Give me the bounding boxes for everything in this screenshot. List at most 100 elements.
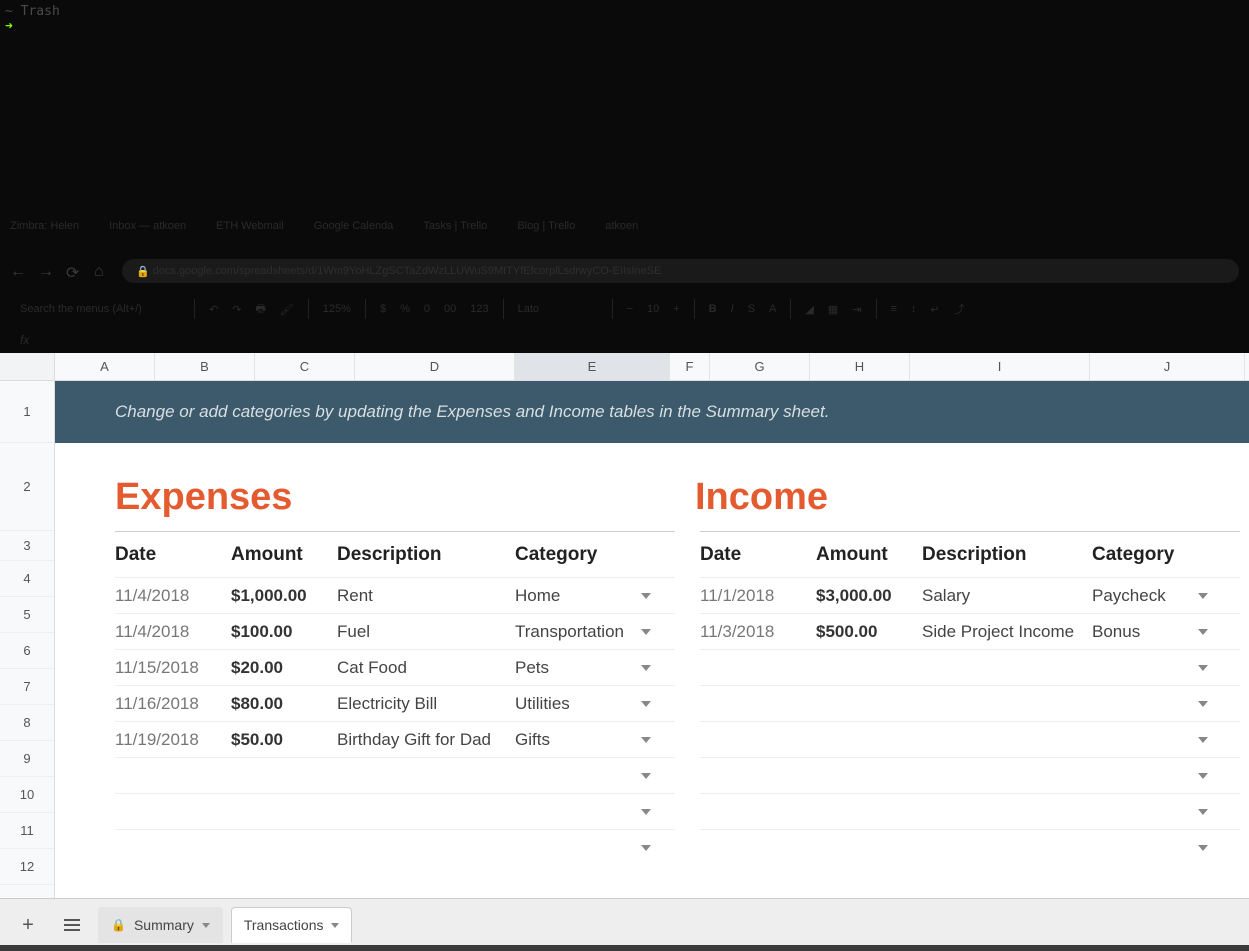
cell-description[interactable]: Electricity Bill [337, 694, 515, 714]
cell-date[interactable]: 11/4/2018 [115, 586, 231, 606]
strike-icon[interactable]: S [748, 303, 755, 315]
rotate-icon[interactable]: ⤴ [954, 301, 965, 317]
table-row[interactable]: 11/1/2018$3,000.00SalaryPaycheck [700, 577, 1240, 613]
table-row[interactable] [700, 793, 1240, 829]
font-family[interactable]: Lato [518, 303, 598, 315]
cell-amount[interactable]: $1,000.00 [231, 586, 337, 606]
table-row[interactable]: 11/19/2018$50.00Birthday Gift for DadGif… [115, 721, 675, 757]
sheet-content[interactable]: Change or add categories by updating the… [55, 381, 1249, 898]
cell-amount[interactable]: $100.00 [231, 622, 337, 642]
search-menus[interactable]: Search the menus (Alt+/) [20, 303, 180, 315]
chevron-down-icon[interactable] [331, 923, 339, 928]
row-header[interactable]: 9 [0, 741, 54, 777]
increase-decimal-icon[interactable]: 00 [444, 303, 456, 315]
table-row[interactable] [115, 793, 675, 829]
chevron-down-icon[interactable] [1198, 593, 1208, 599]
chevron-down-icon[interactable] [1198, 773, 1208, 779]
bold-icon[interactable]: B [709, 303, 717, 315]
row-header[interactable]: 12 [0, 849, 54, 885]
zoom-level[interactable]: 125% [323, 303, 351, 315]
row-header[interactable]: 2 [0, 443, 54, 531]
italic-icon[interactable]: I [731, 303, 734, 315]
tab-transactions[interactable]: Transactions [231, 907, 353, 943]
row-header[interactable]: 10 [0, 777, 54, 813]
cell-date[interactable]: 11/1/2018 [700, 586, 816, 606]
col-header[interactable]: I [910, 353, 1090, 380]
cell-amount[interactable]: $3,000.00 [816, 586, 922, 606]
col-header[interactable]: B [155, 353, 255, 380]
cell-description[interactable]: Birthday Gift for Dad [337, 730, 515, 750]
cell-category[interactable]: Pets [515, 658, 665, 678]
chevron-down-icon[interactable] [641, 773, 651, 779]
halign-icon[interactable]: ≡ [891, 303, 897, 315]
chevron-down-icon[interactable] [641, 737, 651, 743]
chevron-down-icon[interactable] [641, 593, 651, 599]
row-header[interactable]: 6 [0, 633, 54, 669]
table-row[interactable] [700, 829, 1240, 865]
cell-date[interactable]: 11/4/2018 [115, 622, 231, 642]
font-size-decrease[interactable]: − [627, 303, 633, 315]
select-all-corner[interactable] [0, 353, 55, 380]
redo-icon[interactable]: ↷ [232, 303, 241, 316]
cell-description[interactable]: Cat Food [337, 658, 515, 678]
undo-icon[interactable]: ↶ [209, 303, 218, 316]
row-header[interactable]: 5 [0, 597, 54, 633]
row-header[interactable]: 7 [0, 669, 54, 705]
chevron-down-icon[interactable] [1198, 665, 1208, 671]
tab-summary[interactable]: 🔒 Summary [98, 907, 223, 943]
table-row[interactable] [115, 757, 675, 793]
chevron-down-icon[interactable] [1198, 701, 1208, 707]
add-sheet-button[interactable]: + [10, 907, 46, 943]
reload-icon[interactable]: ⟳ [66, 263, 82, 279]
table-row[interactable]: 11/15/2018$20.00Cat FoodPets [115, 649, 675, 685]
col-header[interactable]: D [355, 353, 515, 380]
chevron-down-icon[interactable] [1198, 845, 1208, 851]
cell-description[interactable]: Rent [337, 586, 515, 606]
fill-color-icon[interactable]: ◢ [805, 303, 813, 316]
chevron-down-icon[interactable] [1198, 737, 1208, 743]
currency-icon[interactable]: $ [380, 303, 386, 315]
url-field[interactable]: 🔒 docs.google.com /spreadsheets/d/1Wm9Yo… [122, 259, 1239, 283]
table-row[interactable]: 11/4/2018$1,000.00RentHome [115, 577, 675, 613]
chevron-down-icon[interactable] [1198, 809, 1208, 815]
table-row[interactable]: 11/4/2018$100.00FuelTransportation [115, 613, 675, 649]
chevron-down-icon[interactable] [641, 809, 651, 815]
table-row[interactable] [700, 649, 1240, 685]
col-header[interactable]: F [670, 353, 710, 380]
cell-date[interactable]: 11/16/2018 [115, 694, 231, 714]
chevron-down-icon[interactable] [641, 665, 651, 671]
col-header[interactable]: H [810, 353, 910, 380]
col-header[interactable]: E [515, 353, 670, 380]
chevron-down-icon[interactable] [1198, 629, 1208, 635]
wrap-icon[interactable]: ↵ [930, 303, 939, 316]
all-sheets-button[interactable] [54, 907, 90, 943]
cell-category[interactable]: Utilities [515, 694, 665, 714]
back-icon[interactable]: ← [10, 263, 26, 279]
chevron-down-icon[interactable] [202, 923, 210, 928]
forward-icon[interactable]: → [38, 263, 54, 279]
valign-icon[interactable]: ↕ [911, 303, 917, 315]
col-header[interactable]: A [55, 353, 155, 380]
row-header[interactable]: 8 [0, 705, 54, 741]
row-header[interactable]: 1 [0, 381, 54, 443]
col-header[interactable]: J [1090, 353, 1245, 380]
cell-date[interactable]: 11/3/2018 [700, 622, 816, 642]
browser-tab[interactable]: atkoen [605, 220, 638, 250]
col-header[interactable]: G [710, 353, 810, 380]
cell-category[interactable]: Transportation [515, 622, 665, 642]
cell-category[interactable]: Paycheck [1092, 586, 1222, 606]
cell-amount[interactable]: $80.00 [231, 694, 337, 714]
browser-tab[interactable]: Tasks | Trello [423, 220, 487, 250]
table-row[interactable] [700, 721, 1240, 757]
row-header[interactable]: 4 [0, 561, 54, 597]
col-header[interactable]: C [255, 353, 355, 380]
terminal-prompt[interactable]: ➜ [5, 19, 60, 34]
chevron-down-icon[interactable] [641, 701, 651, 707]
table-row[interactable] [115, 829, 675, 865]
number-format[interactable]: 123 [470, 303, 488, 315]
row-header[interactable]: 11 [0, 813, 54, 849]
browser-tab[interactable]: Google Calenda [314, 220, 394, 250]
merge-icon[interactable]: ⇥ [852, 303, 861, 316]
chevron-down-icon[interactable] [641, 629, 651, 635]
table-row[interactable] [700, 757, 1240, 793]
